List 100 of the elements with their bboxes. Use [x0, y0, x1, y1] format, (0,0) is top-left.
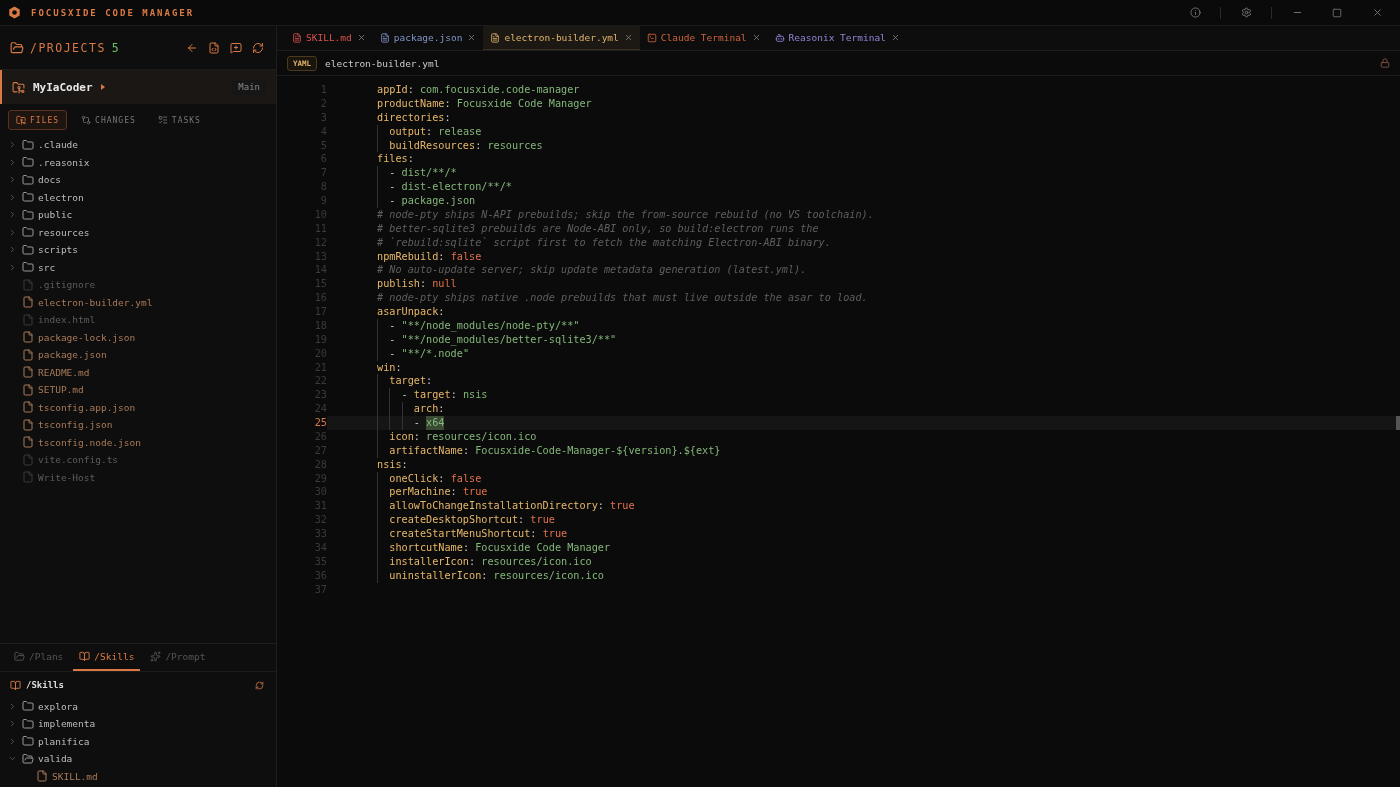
file-icon	[22, 278, 34, 291]
arrow-left-icon	[186, 41, 198, 54]
file-icon	[22, 296, 34, 309]
file-item[interactable]: SETUP.md	[0, 381, 276, 399]
branch-label: Main	[232, 79, 266, 95]
app-title: FOCUSXIDE CODE MANAGER	[31, 7, 195, 18]
code-line: - "**/*.node"	[327, 346, 1400, 361]
code-line: shortcutName: Focusxide Code Manager	[327, 540, 1400, 555]
folder-icon	[22, 191, 34, 204]
file-item[interactable]: tsconfig.node.json	[0, 433, 276, 451]
refresh-button[interactable]	[253, 678, 266, 692]
code-line: target:	[327, 374, 1400, 389]
code-line: publish: null	[376, 277, 458, 292]
code-line: directories:	[376, 110, 452, 125]
file-icon	[36, 770, 48, 783]
folder-icon	[22, 156, 34, 169]
folder-item[interactable]: implementa	[0, 715, 276, 733]
code-line: appId: com.focusxide.code-manager	[376, 83, 581, 97]
folder-item[interactable]: scripts	[0, 241, 276, 259]
view-tab[interactable]: TASKS	[149, 110, 209, 130]
code-line: npmRebuild: false	[376, 249, 483, 264]
view-tab[interactable]: CHANGES	[73, 110, 144, 130]
folder-item[interactable]: resources	[0, 223, 276, 241]
folder-icon	[22, 138, 34, 151]
code-line: icon: resources/icon.ico	[327, 429, 1400, 444]
folder-item[interactable]: src	[0, 258, 276, 276]
file-icon	[22, 471, 34, 484]
hexagon-logo-icon	[8, 6, 21, 19]
editor-tab[interactable]: electron-builder.yml	[483, 26, 640, 50]
project-name: MyIaCoder	[33, 80, 93, 94]
file-icon	[22, 331, 34, 344]
code-line: # node-pty ships N-API prebuilds; skip the from-source rebuild (no VS toolchain).	[376, 207, 875, 222]
editor-tab[interactable]: Reasonix Terminal	[767, 26, 907, 50]
folder-item[interactable]: valida	[0, 750, 276, 768]
file-icon	[490, 32, 501, 43]
close-icon[interactable]	[890, 33, 900, 42]
tab-label[interactable]: SKILL.md	[292, 32, 352, 43]
folder-item[interactable]: .reasonix	[0, 153, 276, 171]
file-icon	[22, 366, 34, 379]
code-line: # better-sqlite3 prebuilds are Node-ABI only, so build:electron runs the	[376, 221, 820, 236]
folder-icon	[22, 226, 34, 239]
panel-tab[interactable]: /Skills	[73, 643, 141, 671]
code-line: output: release	[327, 124, 1400, 139]
editor-tab[interactable]: Claude Terminal	[639, 26, 768, 50]
refresh-icon	[255, 680, 264, 690]
file-item[interactable]: package.json	[0, 346, 276, 364]
close-icon[interactable]	[751, 33, 761, 42]
file-icon	[379, 32, 390, 43]
code-line: - package.json	[327, 194, 1400, 208]
close-icon	[1371, 7, 1383, 18]
tab-label[interactable]: electron-builder.yml	[490, 32, 619, 43]
file-item[interactable]: tsconfig.app.json	[0, 398, 276, 416]
code-line: asarUnpack:	[376, 305, 446, 319]
code-line: createDesktopShortcut: true	[327, 513, 1400, 527]
close-icon[interactable]	[356, 33, 366, 42]
lock-icon[interactable]	[1380, 58, 1390, 68]
folder-item[interactable]: .claude	[0, 136, 276, 154]
folder-item[interactable]: explora	[0, 697, 276, 715]
chat-plus-icon	[230, 41, 242, 54]
line-number: 25	[313, 416, 327, 430]
file-icon	[22, 453, 34, 466]
folder-icon	[22, 173, 34, 186]
skills-title: /Skills	[26, 680, 64, 690]
close-icon[interactable]	[467, 33, 477, 42]
file-item[interactable]: tsconfig.json	[0, 416, 276, 434]
code-line: artifactName: Focusxide-Code-Manager-${version}.${ext}	[327, 443, 1400, 458]
tab-label[interactable]: Reasonix Terminal	[774, 32, 886, 43]
project-icon	[12, 80, 25, 94]
code-line: # node-pty ships native .node prebuilds that must live outside the asar to load.	[376, 291, 869, 305]
editor-tab[interactable]: SKILL.md	[285, 26, 373, 50]
file-icon	[22, 313, 34, 326]
close-icon[interactable]	[623, 33, 633, 42]
code-file-icon	[208, 41, 220, 54]
folder-icon	[22, 243, 34, 256]
code-line: installerIcon: resources/icon.ico	[327, 554, 1400, 569]
folder-item[interactable]: electron	[0, 188, 276, 206]
code-line: - dist/**/*	[327, 166, 1400, 181]
folder-item[interactable]: planifica	[0, 732, 276, 750]
sparkle-icon	[150, 650, 162, 662]
folder-item[interactable]: docs	[0, 171, 276, 189]
new-file-button[interactable]	[206, 39, 222, 56]
code-line: nsis:	[376, 457, 409, 472]
folder-item[interactable]: public	[0, 206, 276, 224]
file-path: electron-builder.yml	[325, 57, 440, 69]
tab-label[interactable]: Claude Terminal	[646, 32, 747, 43]
code-line: # `rebuild:sqlite` script first to fetch the matching Electron-ABI binary.	[376, 235, 832, 250]
file-item[interactable]: electron-builder.yml	[0, 293, 276, 311]
caret-icon	[100, 84, 105, 90]
code-line: perMachine: true	[327, 485, 1400, 500]
view-tab[interactable]: FILES	[8, 110, 68, 130]
tab-label[interactable]: package.json	[379, 32, 463, 43]
project-row[interactable]: MyIaCoder Main	[0, 70, 276, 104]
folder-icon	[22, 735, 34, 748]
file-item[interactable]: README.md	[0, 363, 276, 381]
folder-icon	[14, 650, 25, 662]
file-item[interactable]: package-lock.json	[0, 328, 276, 346]
file-item[interactable]: SKILL.md	[0, 767, 276, 785]
code-line: createStartMenuShortcut: true	[327, 527, 1400, 541]
editor-tab[interactable]: package.json	[372, 26, 484, 50]
project-count: 5	[111, 40, 119, 55]
